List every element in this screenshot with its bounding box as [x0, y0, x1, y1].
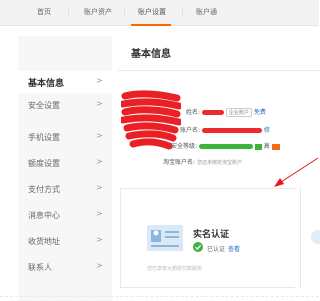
sidebar-item-label: 联系人 — [28, 263, 52, 272]
id-card-icon — [147, 225, 183, 251]
chevron-right-icon: > — [96, 183, 103, 192]
sidebar-item-label: 额度设置 — [28, 159, 60, 168]
nav-divider — [124, 7, 125, 17]
warning-tag — [271, 143, 280, 150]
bottom-divider — [0, 296, 319, 297]
redacted-name — [201, 110, 224, 115]
redacted-account — [201, 128, 262, 133]
check-circle-icon — [193, 242, 203, 252]
security-label: 安全等级: — [171, 143, 198, 150]
security-level-tag — [254, 143, 262, 150]
sidebar-item-contacts[interactable]: 联系人 > — [18, 256, 112, 278]
chevron-right-icon: > — [96, 261, 103, 270]
chevron-right-icon: > — [96, 235, 103, 244]
chevron-right-icon: > — [96, 99, 103, 108]
account-label: 账户名: — [180, 127, 201, 134]
modify-link[interactable]: 修 — [264, 127, 270, 134]
active-tab-indicator — [131, 24, 171, 26]
tab-home[interactable]: 首页 — [37, 7, 51, 17]
sidebar-item-messages[interactable]: 消息中心 > — [18, 204, 112, 226]
tab-account-assets[interactable]: 账户资产 — [84, 7, 112, 17]
taobao-value: 您还未绑定淘宝账户 — [196, 160, 242, 166]
sidebar-item-payment[interactable]: 支付方式 > — [18, 178, 112, 200]
security-level-bar — [198, 144, 253, 149]
view-link[interactable]: 查看 — [228, 244, 240, 253]
tab-account-settings[interactable]: 账户设置 — [138, 7, 166, 17]
card-icon — [311, 230, 320, 244]
taobao-label: 淘宝账户名: — [163, 159, 196, 166]
nav-divider — [68, 7, 69, 17]
sidebar-item-limits[interactable]: 额度设置 > — [18, 152, 112, 174]
chevron-right-icon: > — [96, 76, 103, 85]
next-card — [300, 188, 320, 288]
verification-status: 已认证 — [207, 246, 226, 253]
sidebar-item-basic-info[interactable]: 基本信息 > — [18, 71, 112, 93]
sidebar-item-address[interactable]: 收货地址 > — [18, 230, 112, 252]
chevron-right-icon: > — [96, 131, 103, 140]
info-row-name: 姓名: 企业账户 免费 — [186, 107, 266, 117]
account-type-badge: 企业账户 — [225, 108, 252, 117]
nav-divider — [182, 7, 183, 17]
annotation-arrow-icon — [274, 157, 319, 187]
security-level-text: 高 — [263, 143, 270, 150]
chevron-right-icon: > — [96, 209, 103, 218]
title-divider — [118, 70, 319, 71]
page-title: 基本信息 — [131, 49, 171, 60]
sidebar-item-label: 基本信息 — [28, 79, 65, 89]
sidebar-item-label: 消息中心 — [28, 211, 60, 220]
top-nav: 首页 账户资产 账户设置 账户通 — [0, 0, 319, 26]
sidebar-item-label: 安全设置 — [28, 101, 60, 110]
chevron-right-icon: > — [96, 157, 103, 166]
sidebar-item-label: 手机设置 — [28, 133, 60, 142]
free-link[interactable]: 免费 — [254, 109, 266, 116]
info-row-security: 安全等级: 高 — [171, 141, 280, 150]
info-row-taobao: 淘宝账户名: 您还未绑定淘宝账户 — [163, 157, 242, 166]
card-note: 您已享有大额收付款服务 — [147, 266, 203, 272]
name-label: 姓名: — [186, 109, 201, 116]
sidebar: 基本信息 > 安全设置 > 手机设置 > 额度设置 > 支付方式 > 消息中心 … — [18, 36, 112, 301]
sidebar-item-spacer — [18, 36, 112, 58]
card-title: 实名认证 — [193, 230, 230, 240]
info-row-account: 账户名: 修 — [180, 125, 270, 134]
real-name-card: 实名认证 已认证 查看 您已享有大额收付款服务 — [120, 188, 295, 288]
sidebar-item-label: 收货地址 — [28, 237, 60, 246]
sidebar-item-label: 支付方式 — [28, 185, 60, 194]
sidebar-item-security[interactable]: 安全设置 > — [18, 94, 112, 116]
tab-account-pass[interactable]: 账户通 — [196, 7, 217, 17]
sidebar-item-phone[interactable]: 手机设置 > — [18, 126, 112, 148]
